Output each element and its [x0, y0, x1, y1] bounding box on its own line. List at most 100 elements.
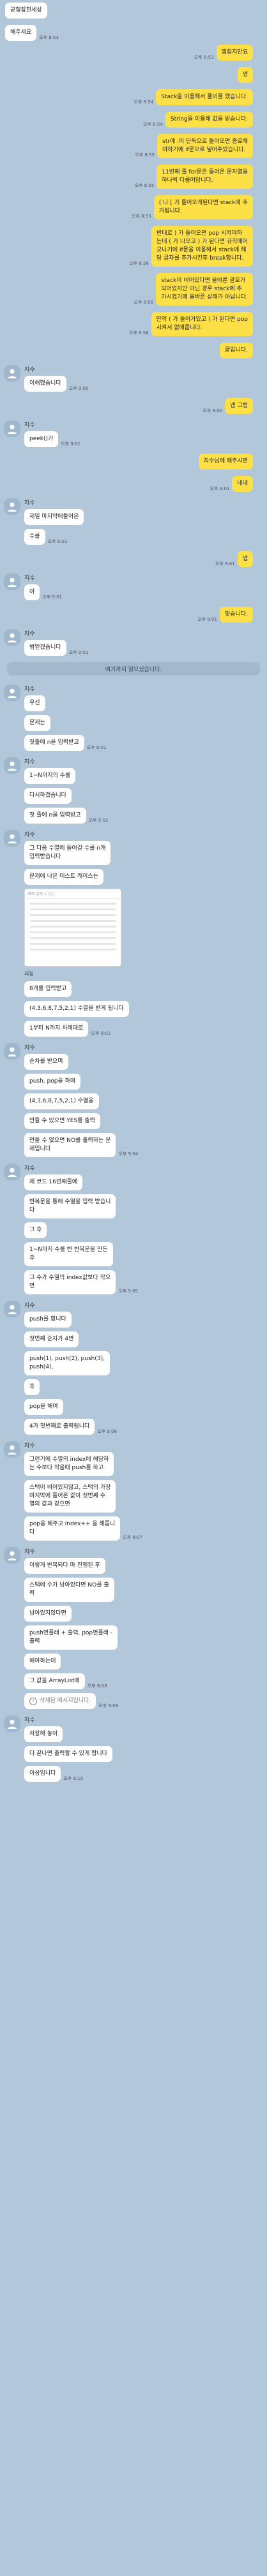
- avatar[interactable]: [4, 420, 20, 437]
- image-attachment[interactable]: 예제 입력 1 ○○: [24, 889, 121, 966]
- person-icon: [7, 424, 17, 434]
- avatar[interactable]: [4, 757, 20, 774]
- avatar[interactable]: [4, 498, 20, 515]
- message-row: 반복문을 통해 수열을 입력 받습니 다: [24, 1194, 267, 1218]
- message-row: 남아있지않다면: [24, 1606, 267, 1622]
- timestamp: 오후 9:04: [118, 1151, 139, 1157]
- message-bubble: 만들 수 없으면 NO를 출력하는 문 제입니다: [24, 1133, 116, 1157]
- message-row: 오후 8:56 반대로 ) 가 들어오면 pop 시켜야하 는데 ( 가 나오고…: [0, 226, 267, 267]
- message-bubble: 순차를 받으며: [24, 1054, 68, 1070]
- message-row: 저장해 놓아: [24, 1726, 267, 1742]
- message-bubble: 그런기에 수열의 index에 해당하 는 수보다 작을때 push를 하고: [24, 1452, 114, 1476]
- sender-name: 지수: [24, 631, 35, 637]
- message-bubble: 이렇게 반복되다 마 진행된 후: [24, 1558, 105, 1574]
- sender-name: 지수: [24, 1549, 35, 1555]
- message-row: 1~N까지의 수를: [24, 768, 267, 784]
- message-row: 그 후: [24, 1222, 267, 1238]
- avatar[interactable]: [4, 574, 20, 590]
- timestamp: 오후 8:56: [129, 261, 149, 266]
- placeholder-line: [30, 914, 116, 916]
- avatar[interactable]: [4, 1164, 20, 1180]
- person-icon: [7, 1445, 17, 1455]
- message-bubble: 균형잡힌세상: [5, 3, 47, 19]
- message-bubble: 만약 ( 가 들어가있고 ) 가 된다면 pop 시켜서 없애줍니다.: [151, 312, 253, 336]
- avatar[interactable]: [4, 365, 20, 381]
- message-bubble: 아: [24, 584, 40, 600]
- timestamp: 오후 9:01: [42, 595, 63, 600]
- timestamp: 오후 8:53: [39, 35, 59, 40]
- message-row: 제일 마지막에들어온: [24, 509, 267, 525]
- message-bubble: 남아있지않다면: [24, 1606, 72, 1622]
- message-row: 그런기에 수열의 index에 해당하 는 수보다 작을때 push를 하고: [24, 1452, 267, 1476]
- timestamp: 오후 8:54: [134, 100, 154, 105]
- placeholder-line: [30, 937, 116, 939]
- timestamp: 오후 8:55: [135, 152, 155, 158]
- message-row: 순차를 받으며: [24, 1054, 267, 1070]
- message-bubble: 다시하겠습니다: [24, 788, 72, 804]
- person-icon: [7, 1047, 17, 1057]
- timestamp: 오후 8:55: [132, 214, 151, 219]
- message-row: 1부터 N까지 차례대로 오후 9:03: [24, 1021, 267, 1037]
- message-bubble: 끝입니다.: [220, 343, 253, 359]
- avatar[interactable]: [4, 685, 20, 701]
- timestamp: 오후 9:06: [97, 1429, 118, 1434]
- message-group: 지수 그런기에 수열의 index에 해당하 는 수보다 작을때 push를 하…: [0, 1441, 267, 1541]
- timestamp: 오후 9:09: [98, 1703, 119, 1708]
- message-bubble: (4,3,6,8,7,5,2,1) 수열을: [24, 1093, 99, 1109]
- timestamp: 오후 9:08: [87, 1684, 107, 1689]
- avatar[interactable]: [4, 1441, 20, 1458]
- sender-name: 지수: [24, 832, 35, 838]
- message-row: 다시하겠습니다: [24, 788, 267, 804]
- avatar[interactable]: [4, 1715, 20, 1732]
- message-bubble: peek()가: [24, 431, 59, 447]
- message-bubble: 8개를 입력받고: [24, 981, 72, 997]
- message-row: 후: [24, 1379, 267, 1395]
- message-bubble: 스택에 수가 남아있다면 NO를 출 력: [24, 1578, 114, 1602]
- timestamp: 오후 9:10: [63, 1776, 84, 1781]
- chat-log[interactable]: 균형잡힌세상 해주세요 오후 8:53 오후 8:53 앱잡지만요 넵 오후 8…: [0, 0, 267, 1782]
- avatar[interactable]: [4, 629, 20, 646]
- message-group: 지수 아 오후 9:01: [0, 574, 267, 600]
- message-bubble: 이해했습니다: [24, 376, 66, 392]
- avatar[interactable]: [4, 1043, 20, 1060]
- message-bubble: 문제는: [24, 715, 50, 731]
- placeholder-line: [30, 908, 116, 910]
- message-bubble: 앱잡지만요: [216, 45, 253, 61]
- message-row: (4,3,6,8,7,5,2,1) 수열을: [24, 1093, 267, 1109]
- message-row: 그 값을 ArrayList에 오후 9:08: [24, 1673, 267, 1689]
- person-icon: [7, 1719, 17, 1729]
- timestamp: 오후 8:55: [134, 183, 155, 188]
- message-row: 저징: [24, 970, 267, 977]
- message-group: 지수 push를 합니다 첫번째 순자가 4면 push(1), push(2)…: [0, 1301, 267, 1435]
- message-bubble: 저장해 놓아: [24, 1726, 63, 1742]
- message-group: 지수 순차를 받으며 push, pop을 하여 (4,3,6,8,7,5,2,…: [0, 1043, 267, 1157]
- message-row: 우선: [24, 695, 267, 711]
- message-row: 수를 오후 9:01: [24, 529, 267, 545]
- placeholder-line: [30, 926, 116, 928]
- avatar[interactable]: [4, 1301, 20, 1317]
- avatar[interactable]: [4, 1547, 20, 1564]
- message-group: 지수 제일 마지막에들어온 수를 오후 9:01: [0, 498, 267, 545]
- message-bubble: 수를: [24, 529, 45, 545]
- message-bubble: 첫줄에 n을 입력받고: [24, 735, 84, 751]
- save-link[interactable]: 저징: [24, 970, 34, 977]
- timestamp: 오후 9:07: [123, 1535, 143, 1540]
- message-row: 만들 수 있으면 YES를 출력: [24, 1113, 267, 1129]
- sender-name: 지수: [24, 575, 35, 582]
- message-group: 지수 저장해 놓아 다 끝나면 출력할 수 있게 합니다 이상입니다 오후 9:1…: [0, 1715, 267, 1782]
- avatar[interactable]: [4, 830, 20, 847]
- person-icon: [7, 502, 17, 512]
- info-icon: !: [29, 1697, 37, 1705]
- placeholder-line: [30, 943, 116, 945]
- message-bubble: pop을 해여: [24, 1399, 63, 1415]
- message-row: 그 다음 수열에 들어갈 수를 n개 입력받습니다: [24, 841, 267, 865]
- message-bubble: (4,3,6,8,7,5,2,1) 수열을 받게 됩니다: [24, 1001, 129, 1017]
- person-icon: [7, 633, 17, 643]
- person-icon: [7, 688, 17, 699]
- message-row: push면플래 + 출력, pop면플래 - 출력: [24, 1625, 267, 1650]
- message-bubble: 우선: [24, 695, 45, 711]
- timestamp: 오후 9:01: [215, 561, 235, 566]
- message-row: 그 수가 수열의 index값보다 작으 면 오후 9:05: [24, 1270, 267, 1294]
- timestamp: 오후 8:56: [128, 330, 149, 336]
- message-row: 첫번째 순자가 4면: [24, 1331, 267, 1347]
